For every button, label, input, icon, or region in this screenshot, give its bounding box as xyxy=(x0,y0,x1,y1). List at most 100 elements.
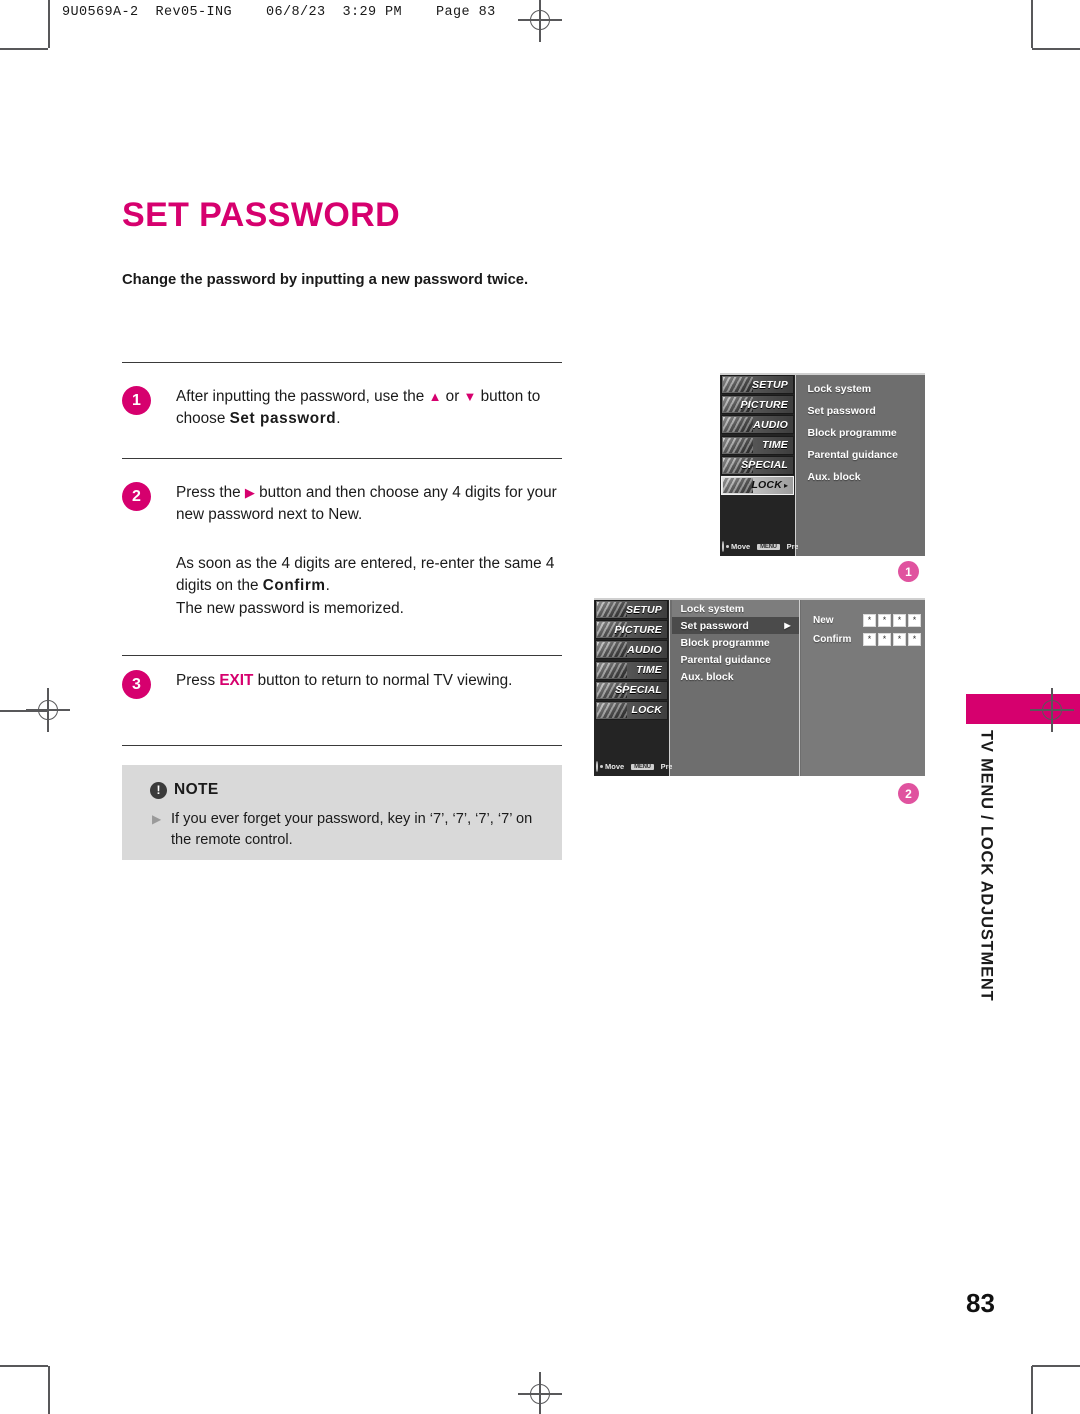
triangle-down-icon: ▼ xyxy=(463,389,477,404)
joystick-icon xyxy=(722,541,729,552)
password-row-new: New * * * * xyxy=(813,614,925,627)
menu-thumbnail-icon xyxy=(723,437,753,453)
osd-2-sidebar-label: PICTURE xyxy=(614,623,662,636)
osd-1-sidebar-item-audio[interactable]: AUDIO xyxy=(721,415,794,435)
step-number-badge: 3 xyxy=(122,670,151,699)
osd-2-menu-list: Lock system Set password ▶ Block program… xyxy=(671,600,800,776)
joystick-icon xyxy=(596,761,603,772)
step-2b-text-before: As soon as the 4 digits are entered, re-… xyxy=(176,555,555,595)
instruction-step-1: 1 After inputting the password, use the … xyxy=(122,386,567,431)
osd-1-menu-item[interactable]: Set password xyxy=(808,405,926,417)
step-3-text-after: button to return to normal TV viewing. xyxy=(253,672,513,689)
osd-screenshot-2: SETUP PICTURE AUDIO TIME SPECIAL LOCK Mo… xyxy=(594,598,925,776)
step-1-text-mid: or xyxy=(441,388,464,405)
step-3-text-before: Press xyxy=(176,672,220,689)
osd-2-menu-item-parental-guidance[interactable]: Parental guidance xyxy=(672,651,799,668)
password-digit-boxes[interactable]: * * * * xyxy=(863,633,921,646)
password-digit-boxes[interactable]: * * * * xyxy=(863,614,921,627)
step-text: Press the ▶ button and then choose any 4… xyxy=(176,482,567,527)
osd-1-sidebar-item-time[interactable]: TIME xyxy=(721,435,794,455)
osd-2-sidebar-item-picture[interactable]: PICTURE xyxy=(595,620,668,640)
password-digit-box[interactable]: * xyxy=(893,633,906,646)
note-text: If you ever forget your password, key in… xyxy=(171,811,533,849)
menu-thumbnail-icon xyxy=(597,642,627,658)
step-2b-bold-term: Confirm xyxy=(262,577,326,595)
step-text: After inputting the password, use the ▲ … xyxy=(176,386,567,431)
osd-2-sidebar-item-audio[interactable]: AUDIO xyxy=(595,640,668,660)
osd-1-sidebar-item-setup[interactable]: SETUP xyxy=(721,375,794,394)
password-digit-box[interactable]: * xyxy=(878,614,891,627)
exclamation-icon: ! xyxy=(150,781,167,799)
osd-1-sidebar-item-special[interactable]: SPECIAL xyxy=(721,455,794,475)
instruction-step-2-continued: As soon as the 4 digits are entered, re-… xyxy=(122,553,567,620)
osd-2-sidebar-label: SPECIAL xyxy=(615,684,662,697)
arrow-right-icon: ▶ xyxy=(784,621,791,630)
osd-2-footer: Move MENU Prev xyxy=(596,761,677,772)
menu-thumbnail-icon xyxy=(723,477,753,493)
exit-key-label: EXIT xyxy=(219,672,254,689)
divider xyxy=(122,458,562,460)
divider xyxy=(122,655,562,657)
osd-1-menu-item[interactable]: Block programme xyxy=(808,427,926,439)
note-header: ! NOTE xyxy=(150,781,219,799)
step-2-text-before: Press the xyxy=(176,484,245,501)
step-1-text-end: . xyxy=(336,410,341,428)
registration-mark-icon xyxy=(1030,688,1074,732)
osd-1-sidebar-item-picture[interactable]: PICTURE xyxy=(721,395,794,415)
osd-1-menu-item[interactable]: Aux. block xyxy=(808,471,926,483)
password-row-new-label: New xyxy=(813,615,834,626)
osd-1-sidebar-label: AUDIO xyxy=(753,418,788,431)
osd-2-sidebar: SETUP PICTURE AUDIO TIME SPECIAL LOCK Mo… xyxy=(594,600,677,776)
osd-2-main: Lock system Set password ▶ Block program… xyxy=(671,600,925,776)
registration-mark-icon xyxy=(518,1372,562,1414)
password-digit-box[interactable]: * xyxy=(863,614,876,627)
osd-2-sidebar-label: LOCK xyxy=(631,704,662,717)
osd-2-sidebar-item-time[interactable]: TIME xyxy=(595,660,668,680)
menu-thumbnail-icon xyxy=(597,702,627,718)
osd-2-sidebar-item-lock[interactable]: LOCK xyxy=(595,700,668,720)
menu-key-icon: MENU xyxy=(757,543,780,550)
osd-1-sidebar-item-lock[interactable]: LOCK ▸ xyxy=(721,475,794,495)
osd-2-menu-item-set-password[interactable]: Set password ▶ xyxy=(671,617,799,634)
step-number-badge: 1 xyxy=(122,386,151,415)
password-digit-box[interactable]: * xyxy=(893,614,906,627)
page-number: 83 xyxy=(966,1288,995,1318)
running-header: 9U0569A-2 Rev05-ING 06/8/23 3:29 PM Page… xyxy=(62,5,496,20)
crop-mark-bottom-right-vertical xyxy=(1031,1366,1033,1414)
osd-2-sidebar-label: SETUP xyxy=(625,603,662,616)
osd-2-sidebar-item-special[interactable]: SPECIAL xyxy=(595,680,668,700)
step-1-bold-term: Set password xyxy=(229,410,337,428)
menu-thumbnail-icon xyxy=(597,662,627,678)
crop-mark-bottom-left-horizontal xyxy=(0,1365,48,1367)
crop-mark-top-right-vertical xyxy=(1031,0,1033,48)
divider xyxy=(122,745,562,747)
osd-1-menu-item[interactable]: Lock system xyxy=(808,383,926,395)
crop-mark-top-right-horizontal xyxy=(1032,48,1080,50)
password-digit-box[interactable]: * xyxy=(908,614,921,627)
osd-2-menu-item-aux-block[interactable]: Aux. block xyxy=(672,668,799,685)
osd-1-menu-list: Lock system Set password Block programme… xyxy=(797,375,926,556)
password-row-confirm: Confirm * * * * xyxy=(813,633,925,646)
password-digit-box[interactable]: * xyxy=(863,633,876,646)
triangle-right-bullet-icon: ▶ xyxy=(152,812,162,826)
osd-1-menu-item[interactable]: Parental guidance xyxy=(808,449,926,461)
osd-2-menu-item-lock-system[interactable]: Lock system xyxy=(671,600,799,617)
step-number-badge: 2 xyxy=(122,482,151,511)
password-digit-box[interactable]: * xyxy=(878,633,891,646)
osd-1-sidebar-label: TIME xyxy=(762,439,788,452)
step-text: Press EXIT button to return to normal TV… xyxy=(176,670,567,692)
osd-2-sidebar-label: AUDIO xyxy=(627,643,662,656)
osd-screenshot-1: SETUP PICTURE AUDIO TIME SPECIAL LOCK ▸ … xyxy=(720,373,925,556)
registration-mark-icon xyxy=(518,0,562,42)
callout-badge-1: 1 xyxy=(898,561,919,582)
password-digit-box[interactable]: * xyxy=(908,633,921,646)
osd-2-sidebar-item-setup[interactable]: SETUP xyxy=(595,600,668,619)
osd-1-sidebar-label: PICTURE xyxy=(740,398,788,411)
osd-2-menu-item-block-programme[interactable]: Block programme xyxy=(672,634,799,651)
callout-badge-2: 2 xyxy=(898,783,919,804)
step-2b-text-after: . xyxy=(325,577,330,595)
menu-thumbnail-icon xyxy=(723,417,753,433)
chapter-running-title: TV MENU / LOCK ADJUSTMENT xyxy=(966,730,1006,1030)
instruction-step-3: 3 Press EXIT button to return to normal … xyxy=(122,670,567,699)
osd-1-sidebar-label: SPECIAL xyxy=(741,459,788,472)
